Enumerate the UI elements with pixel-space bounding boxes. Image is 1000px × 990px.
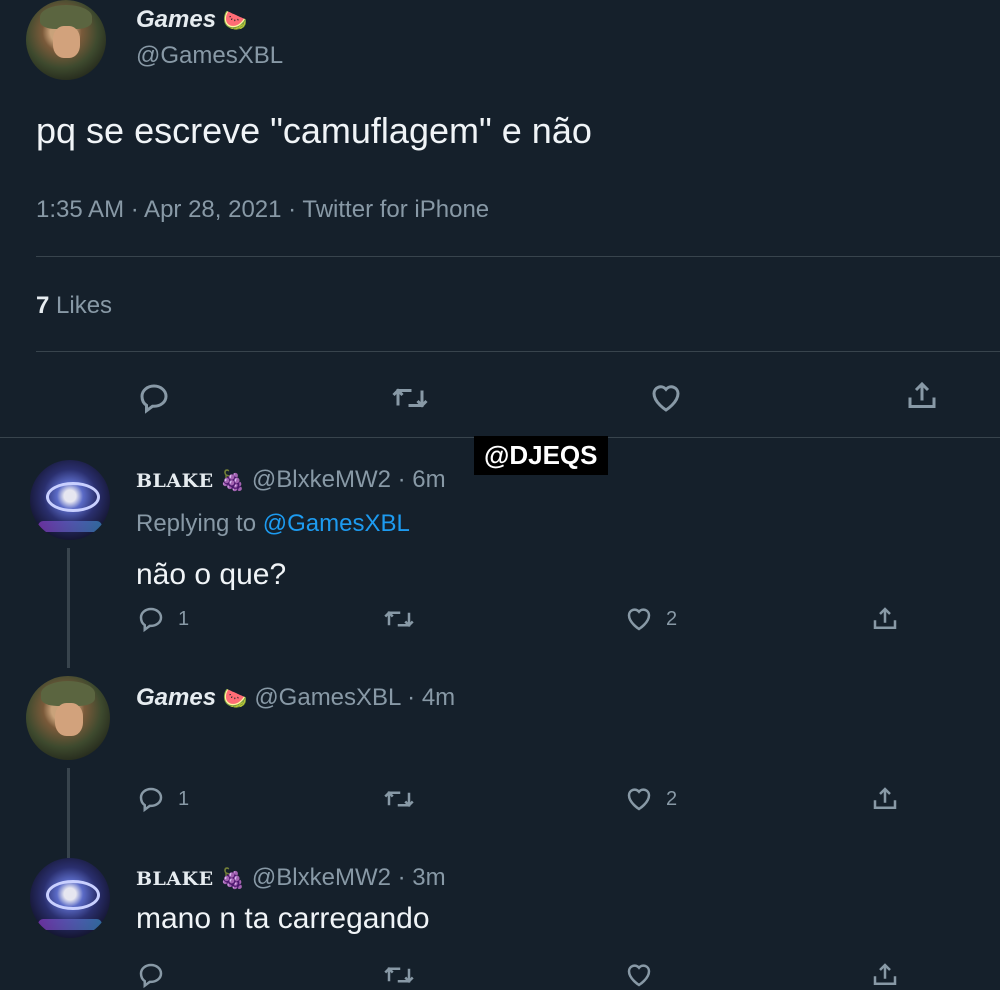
watermark-label: @DJEQS: [474, 436, 608, 475]
divider: [36, 256, 1000, 257]
share-icon[interactable]: [904, 378, 940, 414]
reply-author-row[interactable]: Games 🍉 @GamesXBL · 4m: [136, 684, 455, 712]
reply-icon[interactable]: [136, 960, 166, 990]
share-icon[interactable]: [870, 784, 900, 814]
like-count: 2: [666, 787, 678, 810]
reply-author-name: Games: [136, 684, 217, 711]
retweet-icon[interactable]: [390, 380, 430, 416]
watermelon-emoji-icon: 🍉: [222, 10, 248, 32]
reply-author-avatar[interactable]: [30, 460, 110, 540]
thread-line: [67, 548, 70, 668]
watermelon-emoji-icon: 🍉: [222, 688, 248, 710]
heart-icon[interactable]: 2: [624, 604, 677, 634]
heart-icon[interactable]: [648, 380, 684, 416]
retweet-icon[interactable]: [382, 604, 416, 634]
reply-icon[interactable]: [136, 380, 172, 416]
reply-author-avatar[interactable]: [26, 676, 110, 760]
reply-author-name: BLAKE: [136, 868, 214, 890]
author-name-row[interactable]: Games 🍉: [136, 6, 248, 34]
like-count: 2: [666, 607, 678, 630]
likes-label: Likes: [56, 292, 113, 319]
reply-author-avatar[interactable]: [30, 858, 110, 938]
author-name: Games: [136, 6, 217, 33]
reply-author-row[interactable]: BLAKE 🍇 @BlxkeMW2 · 6m: [136, 466, 446, 494]
tweet-timestamp[interactable]: 1:35 AM · Apr 28, 2021 · Twitter for iPh…: [36, 196, 489, 224]
likes-stat[interactable]: 7 Likes: [36, 292, 112, 320]
divider: [36, 351, 1000, 352]
reply-author-name: BLAKE: [136, 470, 214, 492]
share-icon[interactable]: [870, 604, 900, 634]
reply-icon[interactable]: 1: [136, 784, 189, 814]
retweet-icon[interactable]: [382, 784, 416, 814]
likes-count: 7: [36, 292, 50, 319]
thread-line: [67, 768, 70, 858]
reply-author-row[interactable]: BLAKE 🍇 @BlxkeMW2 · 3m: [136, 864, 446, 892]
reply-count: 1: [178, 787, 190, 810]
grapes-emoji-icon: 🍇: [220, 868, 246, 890]
reply-handle-time: @BlxkeMW2 · 6m: [251, 466, 446, 493]
reply-handle-time: @BlxkeMW2 · 3m: [251, 864, 446, 891]
grapes-emoji-icon: 🍇: [220, 470, 246, 492]
reply-handle-time: @GamesXBL · 4m: [254, 684, 456, 711]
heart-icon[interactable]: 2: [624, 784, 677, 814]
heart-icon[interactable]: [624, 960, 654, 990]
author-handle[interactable]: @GamesXBL: [136, 42, 283, 70]
reply-icon[interactable]: 1: [136, 604, 189, 634]
author-avatar[interactable]: [26, 0, 106, 80]
tweet-text: pq se escreve "camuflagem" e não: [36, 110, 592, 151]
reply-text: não o que?: [136, 558, 287, 591]
reply-count: 1: [178, 607, 190, 630]
reply-text: mano n ta carregando: [136, 902, 430, 935]
share-icon[interactable]: [870, 960, 900, 990]
replying-to-label: Replying to: [136, 510, 257, 537]
retweet-icon[interactable]: [382, 960, 416, 990]
replying-to: Replying to @GamesXBL: [136, 510, 410, 538]
replying-to-handle-link[interactable]: @GamesXBL: [263, 510, 410, 537]
